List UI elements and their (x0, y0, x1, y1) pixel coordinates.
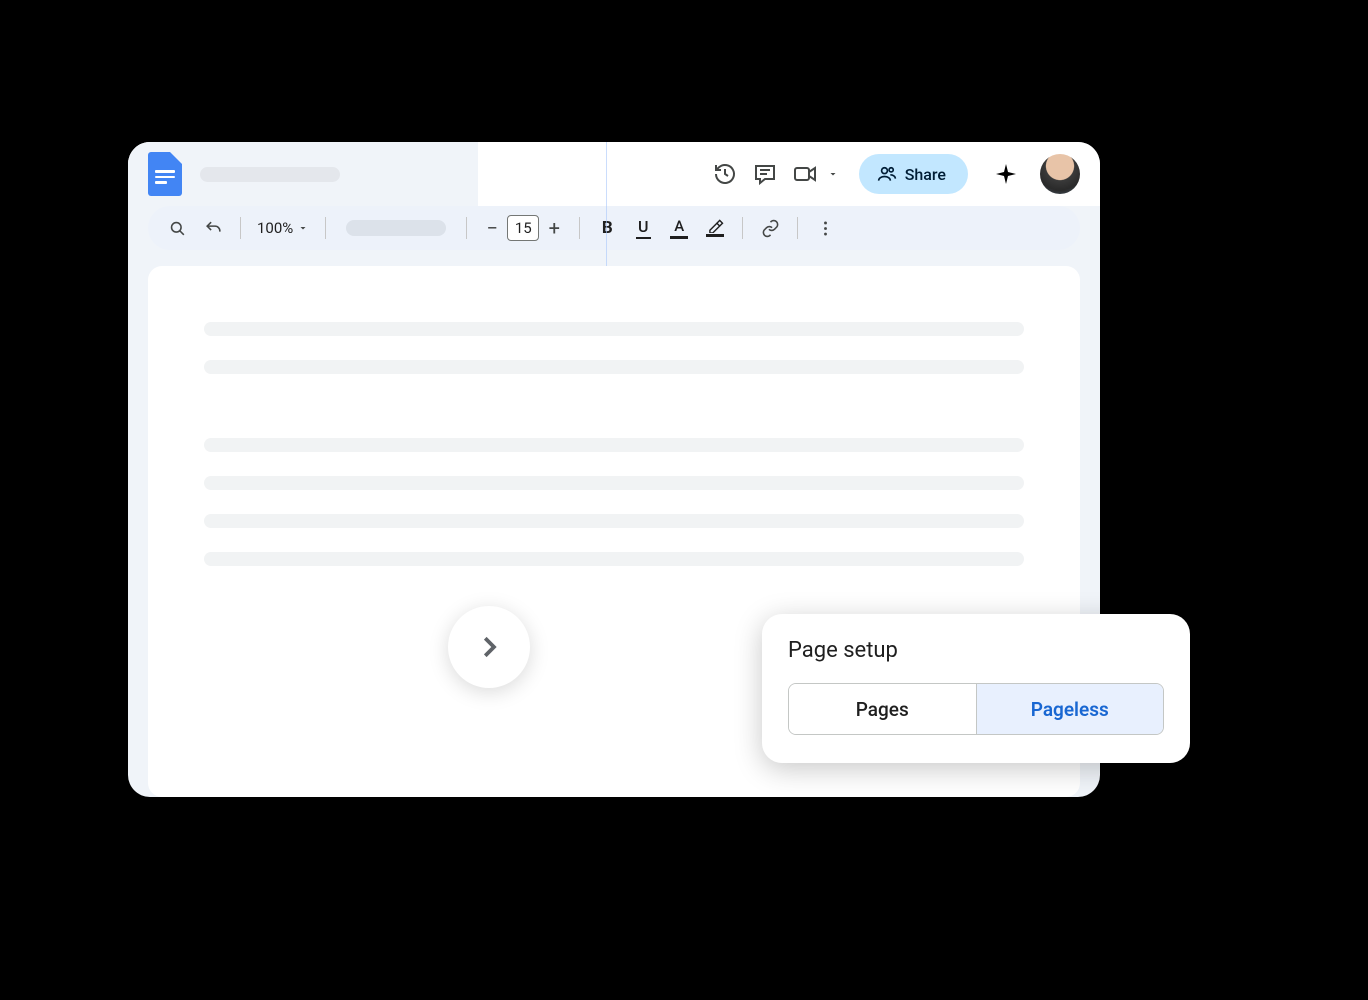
font-family-placeholder[interactable] (346, 220, 446, 236)
user-avatar[interactable] (1040, 154, 1080, 194)
share-button[interactable]: Share (859, 154, 968, 194)
text-line-placeholder (204, 438, 1024, 452)
text-line-placeholder (204, 360, 1024, 374)
more-icon[interactable] (810, 213, 840, 243)
page-setup-pageless-option[interactable]: Pageless (977, 684, 1164, 734)
toolbar-divider (240, 217, 241, 239)
font-size-input[interactable]: 15 (507, 215, 539, 241)
page-setup-title: Page setup (788, 638, 1164, 663)
search-icon[interactable] (162, 213, 192, 243)
toolbar-divider (742, 217, 743, 239)
highlighter-icon (707, 219, 724, 233)
link-icon[interactable] (755, 213, 785, 243)
font-size-group: − 15 + (479, 215, 567, 241)
comment-icon[interactable] (745, 154, 785, 194)
sparkle-icon[interactable] (986, 154, 1026, 194)
toolbar-wrap: 100% − 15 + B U (128, 206, 1100, 250)
page-setup-segmented: Pages Pageless (788, 683, 1164, 735)
text-line-placeholder (204, 552, 1024, 566)
text-color-button[interactable]: A (664, 213, 694, 243)
page-setup-pages-option[interactable]: Pages (789, 684, 977, 734)
document-title-placeholder[interactable] (200, 167, 340, 182)
text-line-placeholder (204, 322, 1024, 336)
people-icon (877, 164, 897, 184)
meet-button[interactable] (785, 154, 839, 194)
toolbar-divider (579, 217, 580, 239)
toolbar-divider (466, 217, 467, 239)
zoom-value: 100% (257, 219, 293, 237)
dropdown-caret-icon (827, 168, 839, 180)
docs-logo-icon[interactable] (148, 152, 182, 196)
toolbar: 100% − 15 + B U (148, 206, 1080, 250)
expand-chevron-button[interactable] (448, 606, 530, 688)
decrease-font-button[interactable]: − (479, 215, 505, 241)
video-icon (785, 154, 825, 194)
history-icon[interactable] (705, 154, 745, 194)
toolbar-divider (797, 217, 798, 239)
undo-icon[interactable] (198, 213, 228, 243)
dropdown-caret-icon (297, 222, 309, 234)
increase-font-button[interactable]: + (541, 215, 567, 241)
share-label: Share (905, 165, 946, 184)
text-line-placeholder (204, 476, 1024, 490)
page-setup-popover: Page setup Pages Pageless (762, 614, 1190, 763)
chevron-right-icon (474, 632, 504, 662)
bold-button[interactable]: B (592, 213, 622, 243)
underline-button[interactable]: U (628, 213, 658, 243)
zoom-dropdown[interactable]: 100% (253, 219, 313, 237)
text-line-placeholder (204, 514, 1024, 528)
highlight-button[interactable] (700, 213, 730, 243)
toolbar-divider (325, 217, 326, 239)
